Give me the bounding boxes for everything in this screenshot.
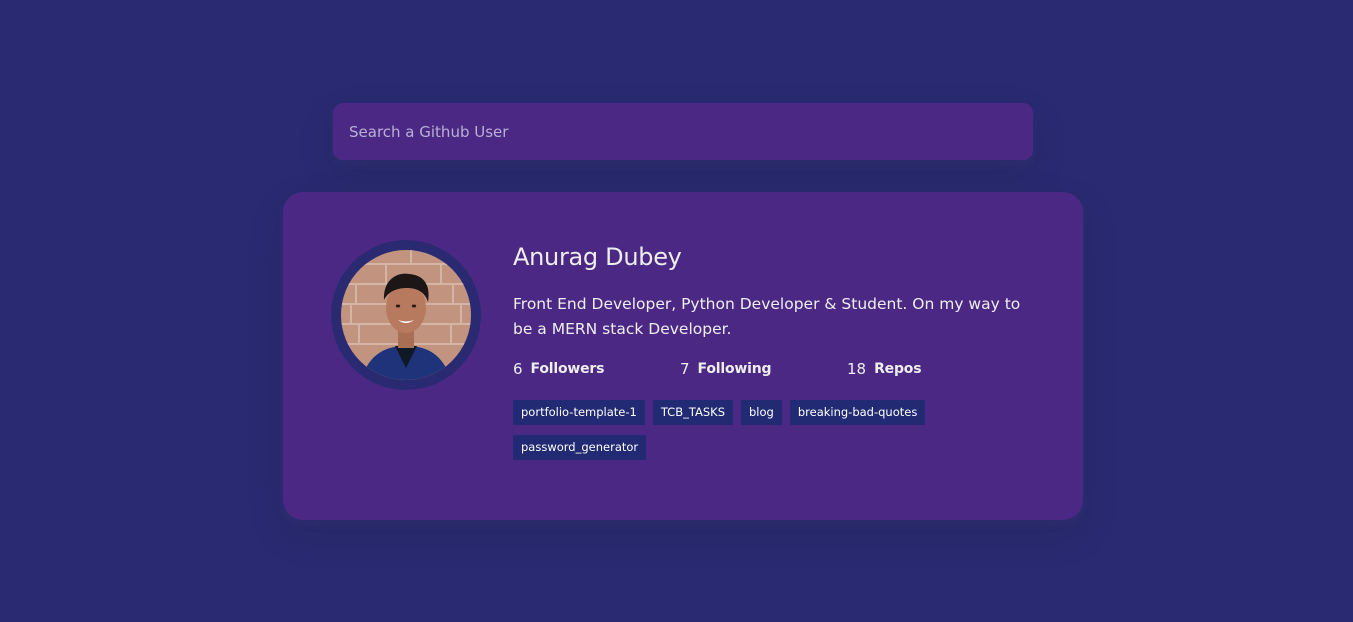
repo-link-blog[interactable]: blog	[741, 400, 782, 425]
user-name: Anurag Dubey	[513, 243, 682, 271]
page: Anurag Dubey Front End Developer, Python…	[0, 0, 1353, 622]
followers-label: Followers	[530, 361, 605, 377]
repos-stat: 18 Repos	[847, 360, 1014, 378]
avatar	[341, 250, 471, 380]
following-count: 7	[680, 360, 690, 378]
following-label: Following	[697, 361, 772, 377]
repos-count: 18	[847, 360, 867, 378]
following-stat: 7 Following	[680, 360, 847, 378]
avatar-ring	[331, 240, 481, 390]
repos-label: Repos	[874, 361, 922, 377]
repo-link-breaking-bad-quotes[interactable]: breaking-bad-quotes	[789, 400, 926, 425]
followers-stat: 6 Followers	[513, 360, 680, 378]
user-info: Anurag Dubey Front End Developer, Python…	[513, 240, 1033, 470]
repo-link-password-generator[interactable]: password_generator	[513, 435, 647, 460]
user-stats: 6 Followers 7 Following 18 Repos	[513, 358, 1033, 380]
followers-count: 6	[513, 360, 523, 378]
avatar-image	[341, 250, 471, 380]
search-form	[333, 103, 1033, 160]
repo-list: portfolio-template-1 TCB_TASKS blog brea…	[513, 400, 953, 470]
search-input[interactable]	[333, 103, 1033, 160]
user-card: Anurag Dubey Front End Developer, Python…	[283, 192, 1083, 520]
repo-link-portfolio-template-1[interactable]: portfolio-template-1	[513, 400, 645, 425]
repo-link-tcb-tasks[interactable]: TCB_TASKS	[652, 400, 733, 425]
user-bio: Front End Developer, Python Developer & …	[513, 295, 1021, 338]
